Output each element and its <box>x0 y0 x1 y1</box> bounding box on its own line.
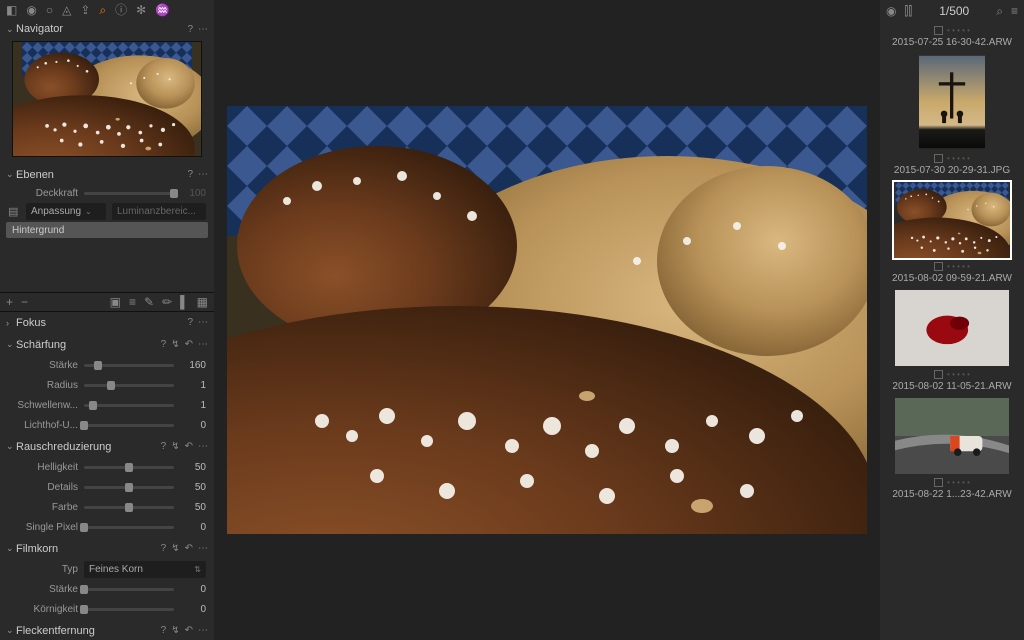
layer-controls-row: ▤ Anpassung⌄ Luminanzbereic... <box>0 202 214 220</box>
opacity-value: 100 <box>180 188 206 199</box>
more-icon[interactable]: ⋯ <box>198 24 208 35</box>
thumbnail-item[interactable]: • • • • •2015-08-22 1...23-42.ARW <box>886 396 1018 500</box>
navigator-header[interactable]: ⌄ Navigator ? ⋯ <box>0 20 214 40</box>
cloud-icon[interactable]: ◬ <box>62 4 71 16</box>
more-icon[interactable]: ⋯ <box>198 169 208 180</box>
noise-details-slider[interactable] <box>84 486 174 489</box>
info-icon[interactable]: ⓘ <box>115 4 127 16</box>
layer-add-icon[interactable]: ▤ <box>8 205 20 218</box>
chevron-down-icon: ⌄ <box>6 24 16 35</box>
opacity-slider[interactable] <box>84 192 174 195</box>
grain-strength-slider[interactable] <box>84 588 174 591</box>
gear-icon[interactable]: ✻ <box>136 4 146 16</box>
navigator-thumbnail[interactable] <box>12 41 202 157</box>
camera-icon[interactable]: ◉ <box>26 4 36 16</box>
thumb-checkbox[interactable] <box>934 262 943 271</box>
layers-header[interactable]: ⌄ Ebenen ? ⋯ <box>0 165 214 185</box>
sharp-radius-slider[interactable] <box>84 384 174 387</box>
thumb-checkbox[interactable] <box>934 26 943 35</box>
grain-header[interactable]: ⌄ Filmkorn ?↯↶⋯ <box>0 538 214 560</box>
circle-icon[interactable]: ○ <box>46 4 53 16</box>
sharpening-header[interactable]: ⌄ Schärfung ?↯↶⋯ <box>0 334 214 356</box>
chevron-down-icon: ⌄ <box>6 441 16 452</box>
left-toolbar: ◧ ◉ ○ ◬ ⇪ ⌕ ⓘ ✻ ♒ <box>0 0 214 20</box>
grain-type-dropdown[interactable]: Feines Korn⇅ <box>84 561 206 578</box>
thumbnail-item[interactable]: • • • • •2015-07-30 20-29-31.JPG <box>886 52 1018 176</box>
browser-toolbar: ◉ ⫿⫿ 1/500 ⌕ ≡ <box>880 0 1024 22</box>
copy-icon[interactable]: ▣ <box>110 295 121 309</box>
help-icon[interactable]: ? <box>187 169 193 180</box>
chevron-down-icon: ⌄ <box>6 543 16 554</box>
noise-color-slider[interactable] <box>84 506 174 509</box>
opacity-row: Deckkraft 100 <box>0 185 214 203</box>
chevron-right-icon: › <box>6 318 16 328</box>
chevron-down-icon: ⌄ <box>6 625 16 636</box>
thumbnail-item[interactable]: • • • • •2015-08-02 11-05-21.ARW <box>886 288 1018 392</box>
folder-icon[interactable]: ◧ <box>6 4 17 16</box>
brush-icon[interactable]: ✎ <box>144 295 154 309</box>
luminance-dropdown[interactable]: Luminanzbereic... <box>112 203 206 220</box>
thumb-label: 2015-08-02 09-59-21.ARW <box>892 273 1012 284</box>
sort-icon[interactable]: ≡ <box>1011 4 1018 18</box>
stamp-icon[interactable]: ▦ <box>197 295 208 309</box>
adjust-icon[interactable]: ♒ <box>155 4 170 16</box>
thumb-checkbox[interactable] <box>934 154 943 163</box>
grain-grainy-slider[interactable] <box>84 608 174 611</box>
magnify-icon[interactable]: ⌕ <box>99 4 106 16</box>
thumbnail-browser: • • • • •2015-07-25 16-30-42.ARW • • • • … <box>880 22 1024 640</box>
sharp-strength-slider[interactable] <box>84 364 174 367</box>
thumbnail-item[interactable]: • • • • •2015-07-25 16-30-42.ARW <box>886 26 1018 48</box>
thumb-label: 2015-07-30 20-29-31.JPG <box>894 165 1010 176</box>
noise-singlepx-slider[interactable] <box>84 526 174 529</box>
more-icon[interactable]: ⋯ <box>198 317 208 328</box>
spot-header[interactable]: ⌄ Fleckentfernung ?↯↶⋯ <box>0 620 214 640</box>
noise-bright-slider[interactable] <box>84 466 174 469</box>
canvas-viewport[interactable] <box>214 0 880 640</box>
filter-icon[interactable]: ⫿⫿ <box>904 4 912 19</box>
thumb-label: 2015-08-02 11-05-21.ARW <box>892 381 1011 392</box>
background-layer[interactable]: Hintergrund <box>6 222 208 238</box>
remove-tool-icon[interactable]: − <box>21 295 28 309</box>
thumb-checkbox[interactable] <box>934 478 943 487</box>
thumbnail-item[interactable]: • • • • •2015-08-02 09-59-21.ARW <box>886 180 1018 284</box>
fokus-header[interactable]: › Fokus ?⋯ <box>0 312 214 334</box>
add-tool-icon[interactable]: + <box>6 295 13 309</box>
thumb-checkbox[interactable] <box>934 370 943 379</box>
adjustment-dropdown[interactable]: Anpassung⌄ <box>26 203 106 220</box>
search-icon[interactable]: ⌕ <box>996 4 1003 19</box>
noise-header[interactable]: ⌄ Rauschreduzierung ?↯↶⋯ <box>0 436 214 458</box>
gradient-icon[interactable]: ▌ <box>180 295 189 309</box>
sharp-threshold-slider[interactable] <box>84 404 174 407</box>
erase-icon[interactable]: ✏ <box>162 295 172 309</box>
upload-icon[interactable]: ⇪ <box>80 4 90 16</box>
navigator-title: Navigator <box>16 23 187 35</box>
thumb-label: 2015-08-22 1...23-42.ARW <box>892 489 1011 500</box>
image-position: 1/500 <box>939 4 969 18</box>
chevron-down-icon: ⌄ <box>6 169 16 180</box>
thumb-label: 2015-07-25 16-30-42.ARW <box>892 37 1012 48</box>
tool-selector: + − ▣ ≡ ✎ ✏ ▌ ▦ <box>0 292 214 312</box>
help-icon[interactable]: ? <box>187 317 193 328</box>
main-image <box>227 106 867 534</box>
paste-icon[interactable]: ≡ <box>129 295 136 309</box>
sharp-halo-slider[interactable] <box>84 424 174 427</box>
opacity-label: Deckkraft <box>8 188 78 199</box>
eye-icon[interactable]: ◉ <box>886 4 896 18</box>
help-icon[interactable]: ? <box>187 24 193 35</box>
chevron-down-icon: ⌄ <box>6 339 16 350</box>
layers-title: Ebenen <box>16 169 187 181</box>
